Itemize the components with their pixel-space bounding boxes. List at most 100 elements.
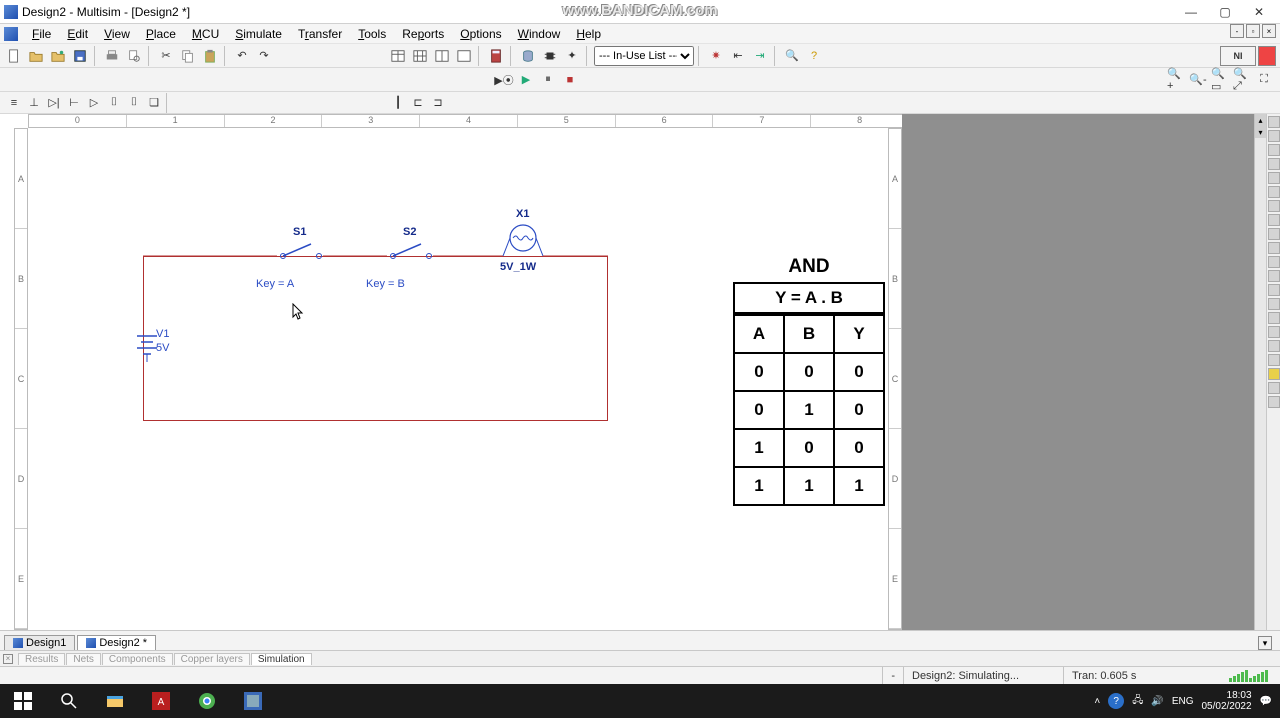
menu-edit[interactable]: Edit xyxy=(59,27,96,41)
print-preview-icon[interactable] xyxy=(124,46,144,66)
spreadsheet-close-icon[interactable]: × xyxy=(3,654,13,664)
zoom-out-icon[interactable]: 🔍- xyxy=(1188,70,1208,90)
minimize-button[interactable]: — xyxy=(1174,3,1208,21)
zoom-in-icon[interactable]: 🔍+ xyxy=(1166,70,1186,90)
chip-icon[interactable] xyxy=(540,46,560,66)
pause-icon[interactable]: ⏸ xyxy=(538,70,558,90)
search-icon[interactable] xyxy=(46,684,92,718)
instrument-distortion-icon[interactable] xyxy=(1268,270,1280,282)
vertical-scrollbar[interactable]: ▴ ▾ xyxy=(1254,114,1266,630)
probe-a-icon[interactable]: ┃ xyxy=(388,93,408,113)
open-file-icon[interactable] xyxy=(26,46,46,66)
instrument-agilent-mm-icon[interactable] xyxy=(1268,326,1280,338)
instrument-tek-scope-icon[interactable] xyxy=(1268,354,1280,366)
back-annotate-icon[interactable]: ⇤ xyxy=(728,46,748,66)
menu-place[interactable]: Place xyxy=(138,27,184,41)
paste-icon[interactable] xyxy=(200,46,220,66)
tab-nets[interactable]: Nets xyxy=(66,653,101,665)
instrument-funcgen-icon[interactable] xyxy=(1268,130,1280,142)
place-source-icon[interactable]: ≡ xyxy=(4,93,24,113)
fullscreen-icon[interactable]: ⛶ xyxy=(1254,70,1274,90)
instrument-iv-icon[interactable] xyxy=(1268,256,1280,268)
forward-annotate-icon[interactable]: ⇥ xyxy=(750,46,770,66)
place-ttl-icon[interactable]: ⌷ xyxy=(104,93,124,113)
copy-icon[interactable] xyxy=(178,46,198,66)
menu-reports[interactable]: Reports xyxy=(394,27,452,41)
instrument-spectrum-icon[interactable] xyxy=(1268,284,1280,296)
place-analog-icon[interactable]: ▷ xyxy=(84,93,104,113)
maximize-button[interactable]: ▢ xyxy=(1208,3,1242,21)
menu-options[interactable]: Options xyxy=(452,27,509,41)
place-diode-icon[interactable]: ▷| xyxy=(44,93,64,113)
schematic-sheet[interactable]: S1 S2 X1 Key = A Key = B 5V_1W V1 5V xyxy=(28,128,888,630)
tab-design2[interactable]: Design2 * xyxy=(77,635,156,650)
redo-icon[interactable]: ↷ xyxy=(254,46,274,66)
mdi-minimize[interactable]: - xyxy=(1230,24,1244,38)
cut-icon[interactable]: ✂ xyxy=(156,46,176,66)
scroll-up-icon[interactable]: ▴ xyxy=(1255,114,1266,126)
menu-mcu[interactable]: MCU xyxy=(184,27,227,41)
erc-icon[interactable]: ✷ xyxy=(706,46,726,66)
tab-results[interactable]: Results xyxy=(18,653,65,665)
tray-network-icon[interactable]: 🖧 xyxy=(1132,693,1143,710)
tray-clock[interactable]: 18:03 05/02/2022 xyxy=(1201,690,1251,712)
scroll-down-icon[interactable]: ▾ xyxy=(1255,126,1266,138)
place-basic-icon[interactable]: ⊥ xyxy=(24,93,44,113)
probe-b-icon[interactable]: ⊏ xyxy=(408,93,428,113)
instrument-labview-icon[interactable] xyxy=(1268,368,1280,380)
place-cmos-icon[interactable]: ⌷ xyxy=(124,93,144,113)
instrument-freq-icon[interactable] xyxy=(1268,200,1280,212)
wizard-icon[interactable]: ✦ xyxy=(562,46,582,66)
tray-help-icon[interactable]: ? xyxy=(1108,693,1124,709)
instrument-network-icon[interactable] xyxy=(1268,298,1280,310)
stop-icon[interactable]: ■ xyxy=(560,70,580,90)
grid-c-icon[interactable] xyxy=(454,46,474,66)
label-x1[interactable]: X1 xyxy=(516,208,529,220)
zoom-fit-icon[interactable]: 🔍⤢ xyxy=(1232,70,1252,90)
instrument-wordgen-icon[interactable] xyxy=(1268,214,1280,226)
chrome-icon[interactable] xyxy=(184,684,230,718)
place-misc-icon[interactable]: ❏ xyxy=(144,93,164,113)
start-button[interactable] xyxy=(0,684,46,718)
instrument-elvis-icon[interactable] xyxy=(1268,382,1280,394)
multisim-taskbar-icon[interactable] xyxy=(230,684,276,718)
new-file-icon[interactable] xyxy=(4,46,24,66)
zoom-area-icon[interactable]: 🔍▭ xyxy=(1210,70,1230,90)
in-use-list[interactable]: --- In-Use List --- xyxy=(594,46,694,66)
mdi-restore[interactable]: ▫ xyxy=(1246,24,1260,38)
close-button[interactable]: ✕ xyxy=(1242,3,1276,21)
run-icon[interactable]: ▶ xyxy=(516,70,536,90)
menu-help[interactable]: Help xyxy=(568,27,609,41)
undo-icon[interactable]: ↶ xyxy=(232,46,252,66)
calc-icon[interactable] xyxy=(486,46,506,66)
menu-file[interactable]: File xyxy=(24,27,59,41)
tray-notifications-icon[interactable]: 💬 xyxy=(1260,696,1272,707)
tab-design1[interactable]: Design1 xyxy=(4,635,75,650)
instrument-scope-icon[interactable] xyxy=(1268,158,1280,170)
interactive-icon[interactable]: ▶⦿ xyxy=(494,70,514,90)
place-transistor-icon[interactable]: ⊢ xyxy=(64,93,84,113)
open-samples-icon[interactable] xyxy=(48,46,68,66)
instrument-4ch-scope-icon[interactable] xyxy=(1268,172,1280,184)
tab-simulation[interactable]: Simulation xyxy=(251,653,312,665)
instrument-wattmeter-icon[interactable] xyxy=(1268,144,1280,156)
grid-a-icon[interactable] xyxy=(410,46,430,66)
instrument-logic-analyzer-icon[interactable] xyxy=(1268,228,1280,240)
tab-copper[interactable]: Copper layers xyxy=(174,653,250,665)
instrument-agilent-fg-icon[interactable] xyxy=(1268,312,1280,324)
tabs-menu-icon[interactable]: ▾ xyxy=(1258,636,1272,650)
find-icon[interactable]: 🔍 xyxy=(782,46,802,66)
print-icon[interactable] xyxy=(102,46,122,66)
menu-tools[interactable]: Tools xyxy=(350,27,394,41)
instrument-current-probe-icon[interactable] xyxy=(1268,396,1280,408)
menu-transfer[interactable]: Transfer xyxy=(290,27,350,41)
instrument-bode-icon[interactable] xyxy=(1268,186,1280,198)
mdi-close[interactable]: × xyxy=(1262,24,1276,38)
instrument-multimeter-icon[interactable] xyxy=(1268,116,1280,128)
save-icon[interactable] xyxy=(70,46,90,66)
grid-b-icon[interactable] xyxy=(432,46,452,66)
explorer-icon[interactable] xyxy=(92,684,138,718)
tray-language[interactable]: ENG xyxy=(1172,696,1194,707)
db-icon[interactable] xyxy=(518,46,538,66)
menu-view[interactable]: View xyxy=(96,27,138,41)
